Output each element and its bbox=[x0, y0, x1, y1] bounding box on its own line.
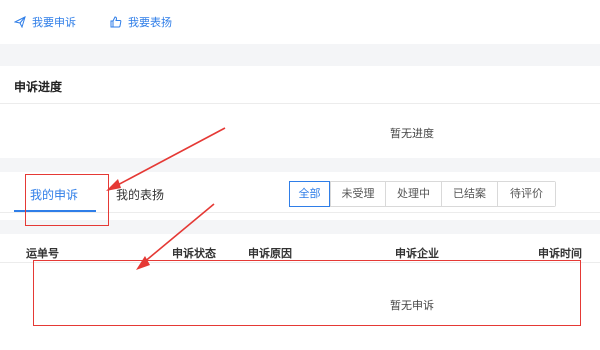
annotation-arrow-line bbox=[142, 203, 215, 264]
annotation-arrowhead bbox=[106, 179, 121, 191]
annotation-arrows bbox=[106, 127, 226, 270]
annotation-arrow-line bbox=[111, 127, 226, 189]
